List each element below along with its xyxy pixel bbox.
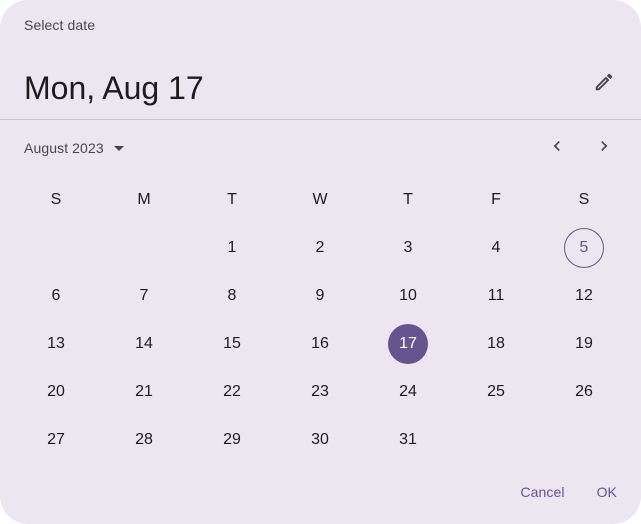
calendar-cell: 11 (452, 272, 540, 320)
calendar-cell: 15 (188, 320, 276, 368)
calendar-day[interactable]: 19 (564, 324, 604, 364)
date-picker-dialog: Select date Mon, Aug 17 August 2023 S M … (0, 0, 641, 524)
calendar-cell: 12 (540, 272, 628, 320)
calendar-cell: 3 (364, 224, 452, 272)
dialog-actions: Cancel OK (508, 472, 629, 512)
ok-button[interactable]: OK (585, 472, 629, 512)
calendar-day[interactable]: 3 (388, 228, 428, 268)
calendar-cell: 6 (12, 272, 100, 320)
calendar-day[interactable]: 2 (300, 228, 340, 268)
calendar-day[interactable]: 20 (36, 372, 76, 412)
selected-day[interactable]: 17 (388, 324, 428, 364)
calendar-cell: 27 (12, 416, 100, 464)
calendar-cell (100, 224, 188, 272)
calendar-day[interactable]: 11 (476, 276, 516, 316)
calendar-day[interactable]: 16 (300, 324, 340, 364)
month-year-label: August 2023 (24, 140, 104, 156)
weekday-saturday: S (578, 191, 590, 208)
calendar-day[interactable]: 9 (300, 276, 340, 316)
calendar-day[interactable]: 27 (36, 420, 76, 460)
chevron-left-icon (547, 136, 567, 161)
weekday-header-row: S M T W T F S (12, 184, 628, 216)
weekday-friday: F (491, 191, 501, 208)
calendar-cell: 20 (12, 368, 100, 416)
calendar-day[interactable]: 24 (388, 372, 428, 412)
calendar-cell: 14 (100, 320, 188, 368)
calendar-cell: 13 (12, 320, 100, 368)
calendar-cell (540, 416, 628, 464)
calendar-cell: 24 (364, 368, 452, 416)
calendar-cell: 10 (364, 272, 452, 320)
pencil-icon (593, 71, 615, 98)
calendar-day-grid: 1 2 3 4 5 6 7 8 9 10 11 12 13 14 15 16 17 18 19 20 21 22 23 24 2… (12, 224, 628, 464)
calendar-cell: 26 (540, 368, 628, 416)
calendar-cell: 28 (100, 416, 188, 464)
edit-date-button[interactable] (584, 64, 624, 104)
calendar-cell: 23 (276, 368, 364, 416)
calendar-cell (452, 416, 540, 464)
calendar-day[interactable]: 29 (212, 420, 252, 460)
calendar-cell: 4 (452, 224, 540, 272)
calendar-cell: 5 (540, 224, 628, 272)
calendar-cell: 2 (276, 224, 364, 272)
calendar-cell: 25 (452, 368, 540, 416)
calendar-day[interactable]: 25 (476, 372, 516, 412)
chevron-right-icon (594, 136, 614, 161)
weekday-monday: M (137, 191, 151, 208)
calendar-cell: 1 (188, 224, 276, 272)
calendar-day[interactable]: 30 (300, 420, 340, 460)
calendar-day[interactable]: 13 (36, 324, 76, 364)
calendar-day[interactable]: 18 (476, 324, 516, 364)
calendar-day[interactable]: 1 (212, 228, 252, 268)
dialog-label: Select date (24, 17, 96, 33)
calendar-cell: 19 (540, 320, 628, 368)
calendar-cell: 31 (364, 416, 452, 464)
calendar-day[interactable]: 22 (212, 372, 252, 412)
calendar-cell: 7 (100, 272, 188, 320)
calendar-cell: 9 (276, 272, 364, 320)
calendar-day[interactable]: 6 (36, 276, 76, 316)
month-year-selector[interactable]: August 2023 (14, 130, 134, 166)
calendar-day[interactable]: 8 (212, 276, 252, 316)
calendar-cell: 16 (276, 320, 364, 368)
calendar-day[interactable]: 21 (124, 372, 164, 412)
calendar-day[interactable]: 12 (564, 276, 604, 316)
today-day[interactable]: 5 (564, 228, 604, 268)
next-month-button[interactable] (584, 128, 624, 168)
calendar-cell: 17 (364, 320, 452, 368)
weekday-thursday: T (403, 191, 413, 208)
calendar-cell: 22 (188, 368, 276, 416)
caret-down-icon (113, 145, 124, 151)
calendar-cell: 18 (452, 320, 540, 368)
weekday-wednesday: W (312, 191, 328, 208)
calendar-day[interactable]: 15 (212, 324, 252, 364)
calendar-cell: 21 (100, 368, 188, 416)
calendar-day[interactable]: 28 (124, 420, 164, 460)
calendar-cell: 8 (188, 272, 276, 320)
weekday-tuesday: T (227, 191, 237, 208)
calendar-day[interactable]: 4 (476, 228, 516, 268)
calendar-cell: 29 (188, 416, 276, 464)
calendar-day[interactable]: 10 (388, 276, 428, 316)
calendar-cell (12, 224, 100, 272)
previous-month-button[interactable] (537, 128, 577, 168)
calendar-day[interactable]: 23 (300, 372, 340, 412)
calendar-day[interactable]: 26 (564, 372, 604, 412)
calendar-day[interactable]: 31 (388, 420, 428, 460)
cancel-button[interactable]: Cancel (508, 472, 576, 512)
weekday-sunday: S (50, 191, 62, 208)
header-divider (0, 119, 641, 120)
selected-date-headline: Mon, Aug 17 (24, 70, 204, 106)
calendar-day[interactable]: 14 (124, 324, 164, 364)
calendar-cell: 30 (276, 416, 364, 464)
calendar-day[interactable]: 7 (124, 276, 164, 316)
